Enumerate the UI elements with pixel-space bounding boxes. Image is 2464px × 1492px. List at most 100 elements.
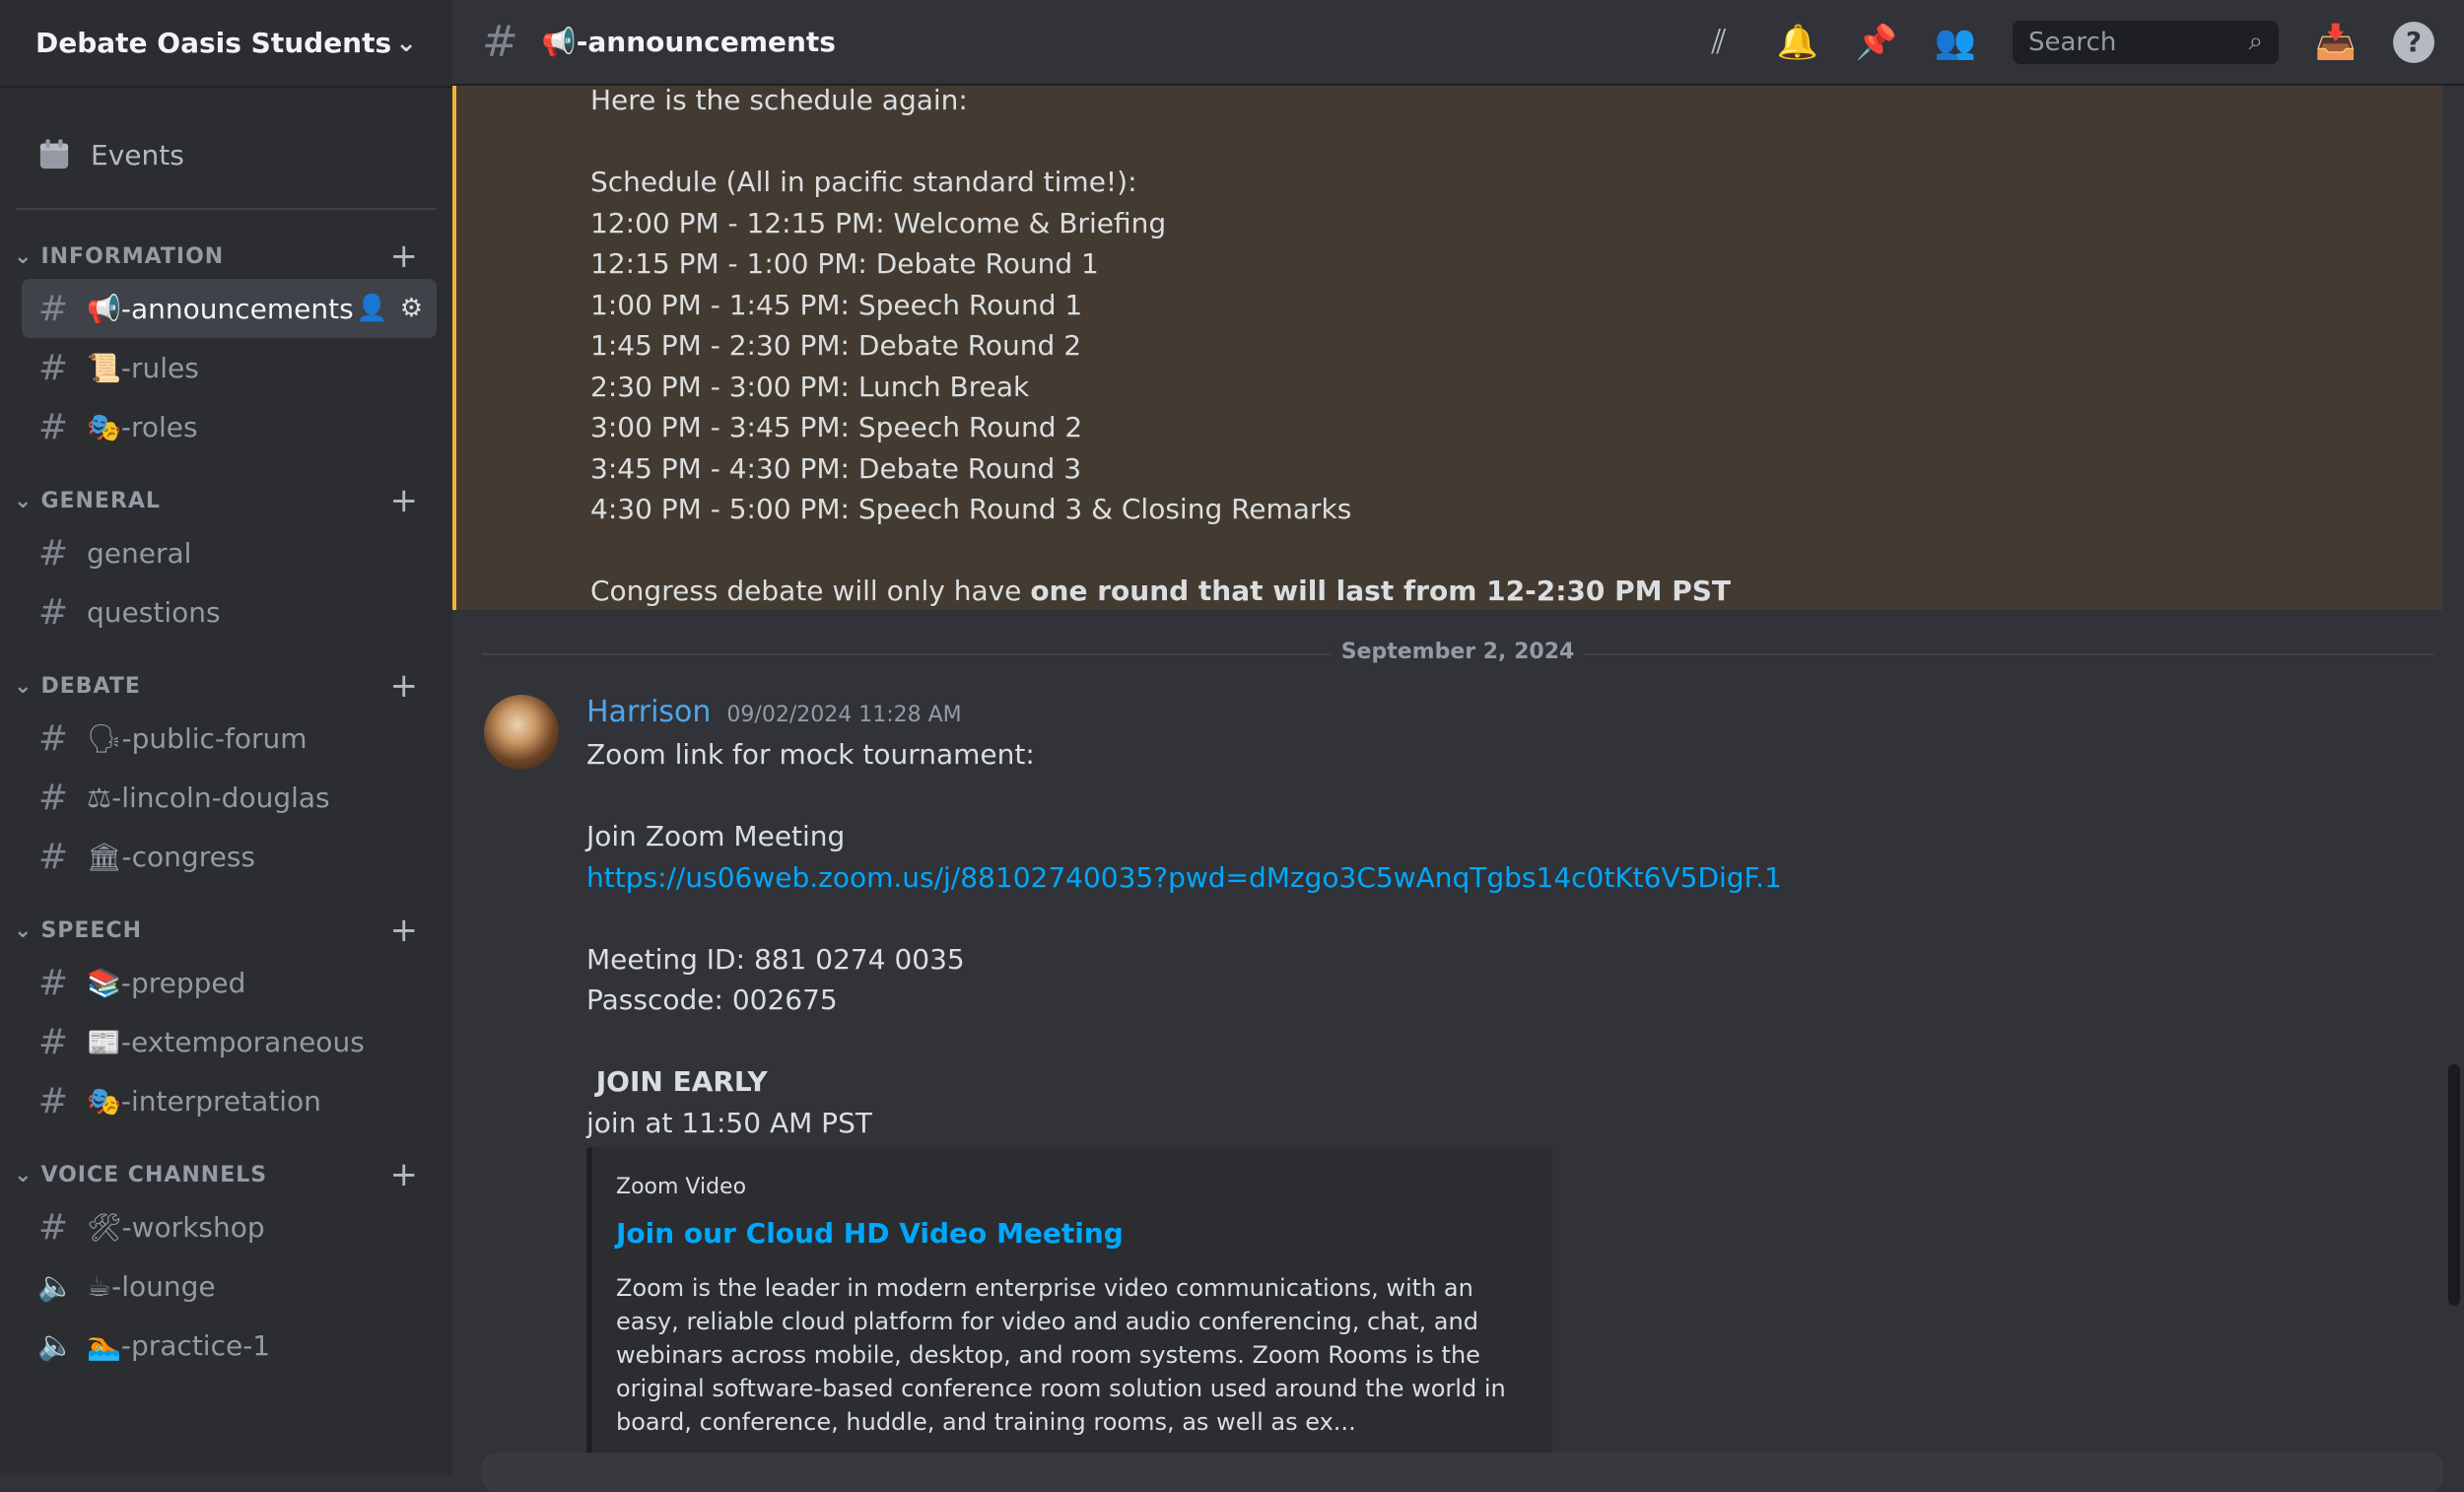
sidebar-item-announcements[interactable]: # 📢-announcements 👤 ⚙ xyxy=(22,279,437,338)
channel-emoji: 🏊 xyxy=(87,1328,121,1362)
category-debate[interactable]: ⌄ DEBATE + xyxy=(0,663,452,709)
date-divider: September 2, 2024 xyxy=(482,640,2433,664)
channel-header: # 📢-announcements ⫽ 🔔 📌 👥 Search ⌕ 📥 ? xyxy=(452,0,2464,86)
channel-label: -congress xyxy=(121,840,255,873)
message-line: Here is the schedule again: xyxy=(590,84,968,116)
sidebar-item-practice-1[interactable]: 🔈 🏊-practice-1 xyxy=(22,1316,437,1375)
members-icon[interactable]: 👥 xyxy=(1934,23,1977,62)
message-composer[interactable] xyxy=(482,1453,2443,1492)
events-button[interactable]: Events xyxy=(22,123,431,186)
message-line: 1:45 PM - 2:30 PM: Debate Round 2 xyxy=(590,329,1082,362)
channel-label: -lounge xyxy=(111,1269,216,1303)
add-channel-icon[interactable]: + xyxy=(390,911,420,950)
message-line: Meeting ID: 881 0274 0035 xyxy=(586,942,965,976)
embed-title-link[interactable]: Join our Cloud HD Video Meeting xyxy=(616,1217,1529,1250)
message-header: Harrison 09/02/2024 11:28 AM xyxy=(586,695,962,729)
avatar[interactable] xyxy=(484,695,559,770)
hash-icon: # xyxy=(37,1021,69,1062)
message-timestamp: 09/02/2024 11:28 AM xyxy=(726,703,962,727)
sidebar-item-congress[interactable]: # 🏛-congress xyxy=(22,827,437,886)
channel-label: -prepped xyxy=(120,966,246,999)
sidebar-item-lincoln-douglas[interactable]: # ⚖-lincoln-douglas xyxy=(22,768,437,827)
speaker-icon: 🔈 xyxy=(37,1327,75,1363)
channel-label: questions xyxy=(87,595,221,629)
category-speech[interactable]: ⌄ SPEECH + xyxy=(0,908,452,953)
sidebar-item-questions[interactable]: # questions xyxy=(22,582,437,642)
message-line xyxy=(586,776,1782,817)
add-channel-icon[interactable]: + xyxy=(390,237,420,276)
server-header[interactable]: Debate Oasis Students ⌄ xyxy=(0,0,452,88)
add-channel-icon[interactable]: + xyxy=(390,481,420,520)
message-line: 2:30 PM - 3:00 PM: Lunch Break xyxy=(590,370,1030,403)
hash-icon: # xyxy=(37,1206,69,1248)
channel-emoji: 📢 xyxy=(541,26,577,58)
highlighted-message: Here is the schedule again: Schedule (Al… xyxy=(452,84,2442,610)
hash-icon: # xyxy=(37,1080,69,1121)
sidebar-item-extemporaneous[interactable]: # 📰-extemporaneous xyxy=(22,1012,437,1071)
bell-icon[interactable]: 🔔 xyxy=(1776,23,1819,62)
sidebar-item-public-forum[interactable]: # 🗣-public-forum xyxy=(22,709,437,768)
channel-emoji: 📚 xyxy=(87,966,121,999)
search-placeholder: Search xyxy=(2028,27,2117,57)
category-label: VOICE CHANNELS xyxy=(40,1162,268,1187)
date-label: September 2, 2024 xyxy=(1331,640,1585,664)
inbox-icon[interactable]: 📥 xyxy=(2314,23,2358,62)
speaker-icon: 🔈 xyxy=(37,1268,75,1304)
channel-sidebar: Debate Oasis Students ⌄ Events ⌄ INFORMAT… xyxy=(0,0,452,1475)
channel-emoji: 🏛 xyxy=(87,840,122,873)
zoom-link[interactable]: https://us06web.zoom.us/j/88102740035?pw… xyxy=(586,857,1782,899)
search-icon: ⌕ xyxy=(2248,27,2263,56)
channel-emoji: 🎭 xyxy=(87,1084,121,1118)
message-line: 12:00 PM - 12:15 PM: Welcome & Briefing xyxy=(590,206,1167,239)
message-body: Zoom link for mock tournament: Join Zoom… xyxy=(586,734,1782,1143)
hash-icon: # xyxy=(37,591,69,633)
scrollbar-thumb[interactable] xyxy=(2448,1064,2460,1306)
channel-title: 📢-announcements xyxy=(541,26,836,58)
message-line: 1:00 PM - 1:45 PM: Speech Round 1 xyxy=(590,288,1083,321)
channel-emoji: ☕ xyxy=(87,1269,112,1303)
message-line: join at 11:50 AM PST xyxy=(586,1106,872,1139)
channel-emoji: 🛠 xyxy=(87,1210,122,1244)
chevron-down-icon: ⌄ xyxy=(395,28,417,58)
bold-text: one round that will last from 12-2:30 PM… xyxy=(1030,575,1732,607)
message-line: 4:30 PM - 5:00 PM: Speech Round 3 & Clos… xyxy=(590,493,1352,525)
category-label: INFORMATION xyxy=(40,243,225,269)
link-embed: Zoom Video Join our Cloud HD Video Meeti… xyxy=(586,1147,1552,1475)
add-channel-icon[interactable]: + xyxy=(390,1155,420,1194)
sidebar-item-rules[interactable]: # 📜-rules xyxy=(22,338,437,397)
add-channel-icon[interactable]: + xyxy=(390,666,420,706)
embed-provider: Zoom Video xyxy=(616,1175,747,1199)
invite-icon[interactable]: 👤 xyxy=(356,294,387,323)
sidebar-item-workshop[interactable]: # 🛠-workshop xyxy=(22,1197,437,1256)
category-voice-channels[interactable]: ⌄ VOICE CHANNELS + xyxy=(0,1152,452,1197)
sidebar-item-prepped[interactable]: # 📚-prepped xyxy=(22,953,437,1012)
channel-label: -workshop xyxy=(121,1210,265,1244)
message-line: 12:15 PM - 1:00 PM: Debate Round 1 xyxy=(590,247,1099,280)
chat-main: # 📢-announcements ⫽ 🔔 📌 👥 Search ⌕ 📥 ? H… xyxy=(452,0,2464,1492)
sidebar-item-general[interactable]: # general xyxy=(22,523,437,582)
hash-icon: # xyxy=(37,532,69,574)
category-information[interactable]: ⌄ INFORMATION + xyxy=(0,234,452,279)
sidebar-item-interpretation[interactable]: # 🎭-interpretation xyxy=(22,1071,437,1130)
search-input[interactable]: Search ⌕ xyxy=(2013,20,2279,64)
channel-label: -interpretation xyxy=(120,1084,321,1118)
help-icon[interactable]: ? xyxy=(2393,21,2434,63)
hash-icon: # xyxy=(37,962,69,1003)
sidebar-item-lounge[interactable]: 🔈 ☕-lounge xyxy=(22,1256,437,1316)
message-line xyxy=(590,121,1731,163)
message-line: Zoom link for mock tournament: xyxy=(586,738,1035,771)
channel-emoji: ⚖ xyxy=(87,780,112,814)
gear-icon[interactable]: ⚙ xyxy=(400,294,423,323)
hash-icon: # xyxy=(37,347,69,388)
chevron-down-icon: ⌄ xyxy=(14,917,34,943)
pin-icon[interactable]: 📌 xyxy=(1855,23,1898,62)
threads-icon[interactable]: ⫽ xyxy=(1697,23,1741,62)
divider xyxy=(16,208,437,210)
category-general[interactable]: ⌄ GENERAL + xyxy=(0,478,452,523)
hash-icon: # xyxy=(37,288,69,329)
author-name[interactable]: Harrison xyxy=(586,695,711,729)
sidebar-item-roles[interactable]: # 🎭-roles xyxy=(22,397,437,456)
category-label: DEBATE xyxy=(40,673,141,699)
channel-emoji: 📢 xyxy=(87,292,121,325)
hash-icon: # xyxy=(37,717,69,759)
